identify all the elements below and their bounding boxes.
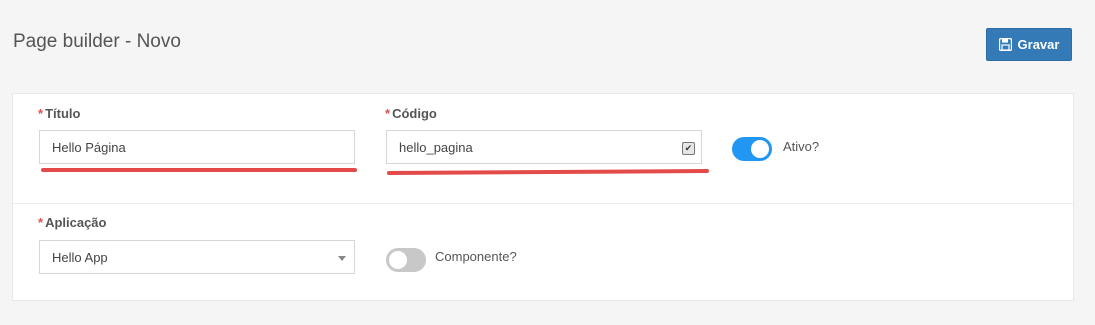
aplicacao-label-text: Aplicação: [45, 215, 107, 230]
aplicacao-select[interactable]: Hello App: [39, 240, 355, 274]
codigo-label-text: Código: [392, 106, 437, 121]
page-title: Page builder - Novo: [13, 31, 181, 52]
ativo-toggle[interactable]: [732, 137, 772, 161]
save-button-label: Gravar: [1017, 37, 1060, 52]
caret-down-icon: [338, 256, 346, 261]
aplicacao-value: Hello App: [52, 249, 108, 265]
aplicacao-label: * Aplicação: [38, 215, 106, 230]
required-marker: *: [38, 106, 44, 121]
save-button[interactable]: Gravar: [986, 28, 1072, 61]
titulo-field[interactable]: Hello Página: [39, 130, 355, 164]
form-card: * Título Hello Página * Código hello_pagin…: [12, 93, 1074, 301]
componente-label: Componente?: [435, 249, 517, 264]
codigo-underline-annotation: [386, 169, 710, 175]
titulo-label: * Título: [38, 106, 80, 121]
ativo-label: Ativo?: [783, 139, 820, 154]
componente-toggle[interactable]: [386, 248, 426, 272]
titulo-value: Hello Página: [52, 139, 126, 155]
required-marker: *: [385, 106, 391, 121]
toggle-knob: [751, 140, 769, 158]
autofill-checkbox[interactable]: ✔: [682, 142, 695, 155]
titulo-label-text: Título: [45, 106, 81, 121]
required-marker: *: [38, 215, 44, 230]
codigo-value: hello_pagina: [399, 139, 473, 155]
titulo-underline-annotation: [41, 168, 357, 172]
floppy-disk-icon: [998, 38, 1012, 51]
codigo-field[interactable]: hello_pagina ✔: [386, 130, 702, 164]
row-divider: [13, 203, 1073, 204]
toggle-knob: [389, 251, 407, 269]
codigo-label: * Código: [385, 106, 437, 121]
